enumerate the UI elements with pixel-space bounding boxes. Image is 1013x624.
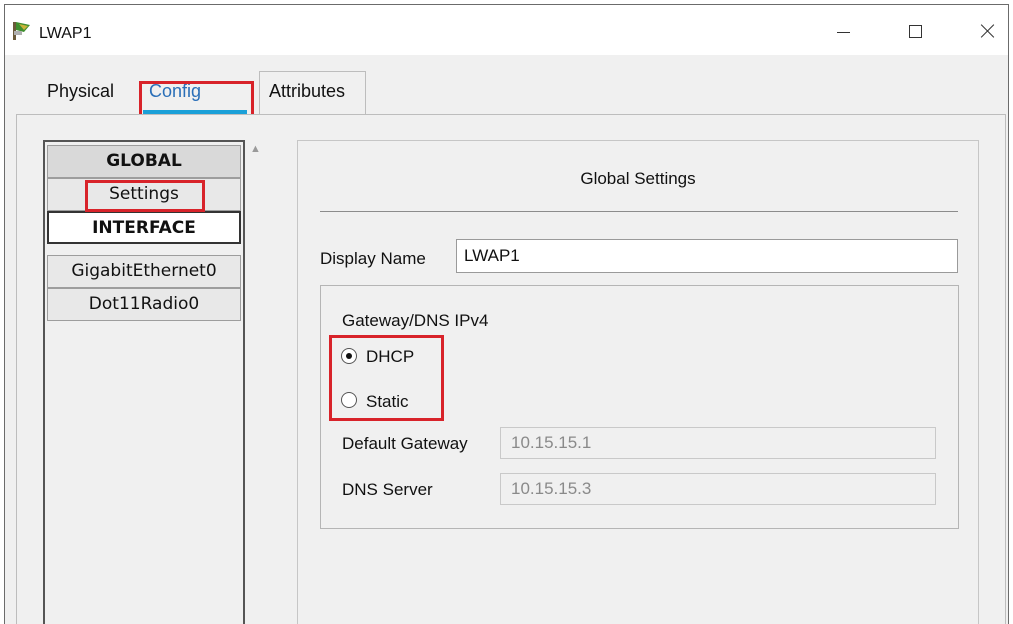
tab-attributes[interactable]: Attributes bbox=[269, 81, 345, 102]
sidebar-header-global: GLOBAL bbox=[47, 145, 241, 178]
minimize-button[interactable] bbox=[823, 15, 863, 47]
sidebar-header-interface: INTERFACE bbox=[47, 211, 241, 244]
config-sidebar: GLOBAL Settings INTERFACE GigabitEtherne… bbox=[43, 140, 245, 624]
chevron-up-icon[interactable]: ▲ bbox=[250, 144, 262, 155]
ip-mode-highlight bbox=[329, 335, 444, 421]
title-bar[interactable]: LWAP1 bbox=[5, 5, 1008, 55]
display-name-input[interactable] bbox=[456, 239, 958, 273]
close-button[interactable] bbox=[967, 15, 1007, 47]
display-name-label: Display Name bbox=[320, 249, 426, 268]
sidebar-scrollbar[interactable]: ▲ bbox=[246, 140, 266, 624]
panel-divider bbox=[320, 211, 958, 212]
settings-highlight bbox=[85, 180, 205, 212]
panel-title: Global Settings bbox=[580, 169, 696, 188]
sidebar-item-gigabitethernet0[interactable]: GigabitEthernet0 bbox=[47, 255, 241, 288]
default-gateway-field[interactable] bbox=[500, 427, 936, 459]
sidebar-item-dot11radio0[interactable]: Dot11Radio0 bbox=[47, 288, 241, 321]
config-tab-highlight bbox=[139, 81, 254, 118]
gateway-dns-title: Gateway/DNS IPv4 bbox=[342, 311, 489, 330]
maximize-button[interactable] bbox=[895, 15, 935, 47]
dns-server-field[interactable] bbox=[500, 473, 936, 505]
access-point-icon bbox=[13, 22, 30, 40]
window-title: LWAP1 bbox=[39, 25, 92, 42]
default-gateway-label: Default Gateway bbox=[342, 434, 468, 453]
tab-bar: Physical Config Attributes bbox=[5, 55, 1008, 122]
tab-physical[interactable]: Physical bbox=[47, 81, 114, 102]
dns-server-label: DNS Server bbox=[342, 480, 433, 499]
